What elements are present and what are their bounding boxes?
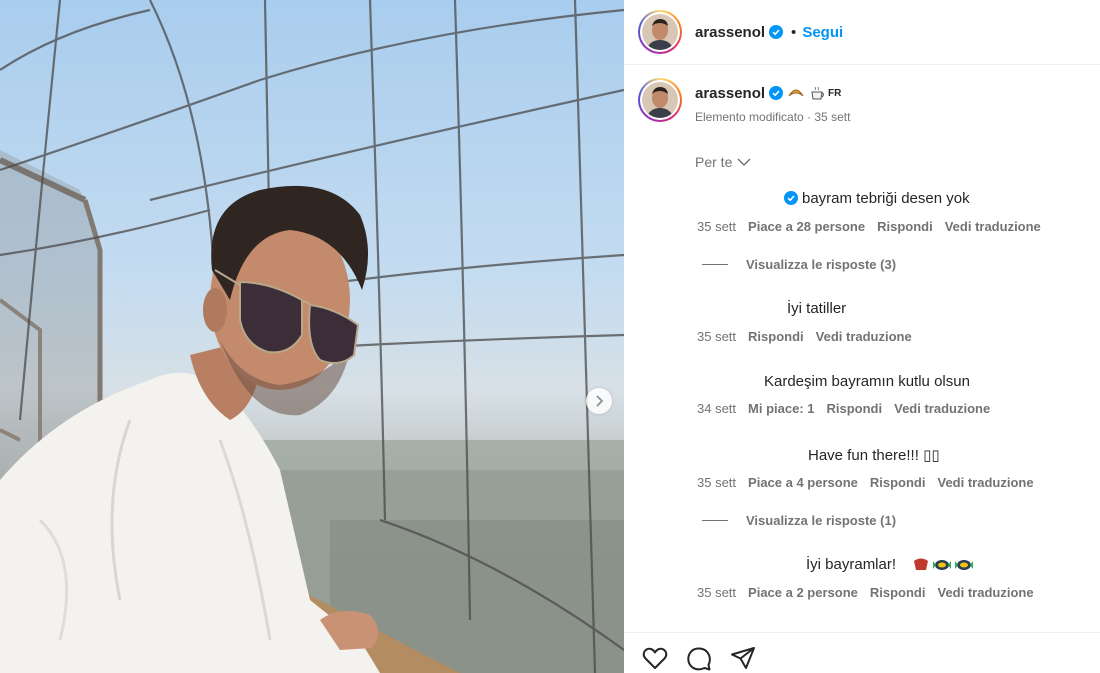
reply-button[interactable]: Rispondi <box>827 401 883 416</box>
view-replies-label: Visualizza le risposte (1) <box>746 513 897 528</box>
view-replies-button[interactable]: Visualizza le risposte (1) <box>702 513 896 528</box>
comment-time: 35 sett <box>697 585 737 600</box>
comment-text: Have fun there!!! ▯▯ <box>808 447 940 464</box>
like-count[interactable]: Piace a 2 persone <box>748 585 858 600</box>
translate-button[interactable]: Vedi traduzione <box>945 219 1041 234</box>
comment-time: 35 sett <box>697 475 737 490</box>
reply-button[interactable]: Rispondi <box>870 475 926 490</box>
comment-time: 35 sett <box>697 219 737 234</box>
next-photo-button[interactable] <box>586 388 612 414</box>
edited-label: Elemento modificato · 35 sett <box>695 110 851 124</box>
comment-text: İyi bayramlar! <box>806 556 897 573</box>
avatar-image <box>642 82 678 118</box>
view-replies-label: Visualizza le risposte (3) <box>746 257 897 272</box>
red-candy-emoji-icon <box>914 558 928 570</box>
share-icon[interactable] <box>730 646 756 670</box>
verified-badge-icon <box>784 191 798 205</box>
follow-button[interactable]: Segui <box>802 24 843 41</box>
post-header: arassenol • Segui <box>624 0 1100 65</box>
separator-dot: • <box>791 23 797 41</box>
post-side-panel: arassenol • Segui arassenol FR Elemento … <box>624 0 1100 673</box>
like-count[interactable]: Mi piace: 1 <box>748 401 814 416</box>
reply-button[interactable]: Rispondi <box>877 219 933 234</box>
caption: arassenol FR Elemento modificato · 35 se… <box>638 78 850 124</box>
caption-username[interactable]: arassenol <box>695 85 765 102</box>
croissant-emoji-icon <box>788 89 804 97</box>
caption-avatar[interactable] <box>638 78 682 122</box>
candy-emoji-icon <box>933 560 951 570</box>
sort-label: Per te <box>695 154 733 170</box>
translate-button[interactable]: Vedi traduzione <box>894 401 990 416</box>
comment-text: bayram tebriği desen yok <box>802 190 970 207</box>
photo-scene <box>0 0 624 673</box>
comment-text: İyi tatiller <box>787 300 847 317</box>
like-count[interactable]: Piace a 28 persone <box>748 219 865 234</box>
candy-emoji-icon <box>955 560 973 570</box>
post-action-bar <box>624 632 1100 673</box>
comment-text: Kardeşim bayramın kutlu olsun <box>764 373 970 390</box>
chevron-down-icon <box>737 158 751 166</box>
verified-badge-icon <box>769 25 784 39</box>
comment-time: 35 sett <box>697 329 737 344</box>
comment-time: 34 sett <box>697 401 737 416</box>
translate-button[interactable]: Vedi traduzione <box>816 329 912 344</box>
comment-sort-dropdown[interactable]: Per te <box>695 154 751 170</box>
header-username[interactable]: arassenol <box>695 24 765 41</box>
translate-button[interactable]: Vedi traduzione <box>937 475 1033 490</box>
heart-icon[interactable] <box>642 646 668 670</box>
avatar-image <box>642 14 678 50</box>
country-flag-label: FR <box>828 87 842 99</box>
reply-button[interactable]: Rispondi <box>870 585 926 600</box>
reply-button[interactable]: Rispondi <box>748 329 804 344</box>
post-photo <box>0 0 624 673</box>
view-replies-button[interactable]: Visualizza le risposte (3) <box>702 257 896 272</box>
like-count[interactable]: Piace a 4 persone <box>748 475 858 490</box>
coffee-emoji-icon <box>811 86 825 100</box>
translate-button[interactable]: Vedi traduzione <box>937 585 1033 600</box>
comment-icon[interactable] <box>686 646 712 672</box>
chevron-right-icon <box>596 395 604 407</box>
avatar[interactable] <box>638 10 682 54</box>
verified-badge-icon <box>769 86 784 100</box>
